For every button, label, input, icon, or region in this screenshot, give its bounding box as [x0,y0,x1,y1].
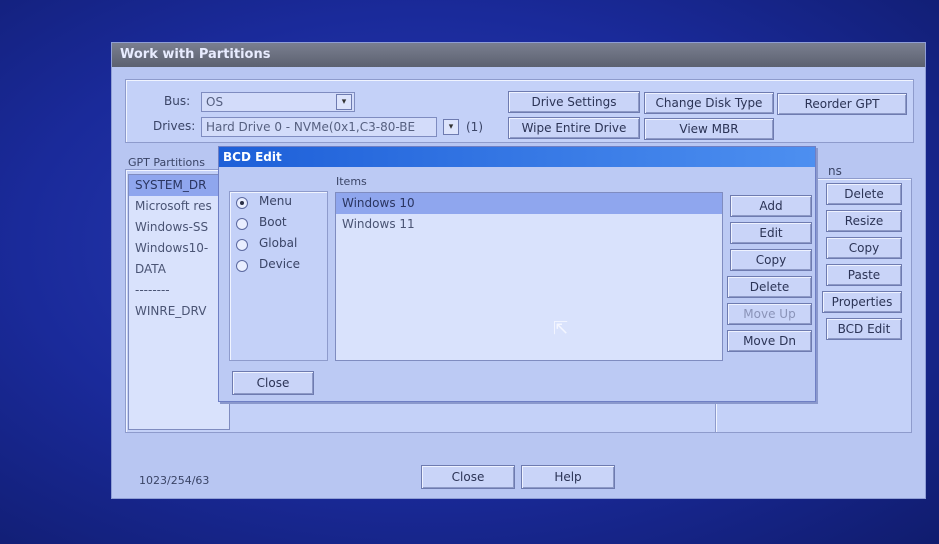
bus-select[interactable]: OS [201,92,355,112]
partition-item[interactable]: Microsoft res [129,196,229,217]
resize-partition-button[interactable]: Resize [826,210,902,232]
bcd-item[interactable]: Windows 10 [336,193,722,214]
help-button[interactable]: Help [521,465,615,489]
partition-item[interactable]: Windows10- [129,238,229,259]
bcd-add-button[interactable]: Add [730,195,812,217]
bcd-edit-dialog: BCD Edit Menu Boot Global Device Items W… [218,146,816,402]
change-disk-type-button[interactable]: Change Disk Type [644,92,774,114]
drives-label: Drives: [153,119,196,133]
reorder-gpt-button[interactable]: Reorder GPT [777,93,907,115]
partition-item[interactable]: SYSTEM_DR [129,175,229,196]
bcd-edit-item-button[interactable]: Edit [730,222,812,244]
close-button[interactable]: Close [421,465,515,489]
drives-dropdown-icon[interactable]: ▾ [443,119,459,135]
partition-item[interactable]: WINRE_DRV [129,301,229,322]
wipe-entire-drive-button[interactable]: Wipe Entire Drive [508,117,640,139]
bcd-close-button[interactable]: Close [232,371,314,395]
bcd-move-up-button[interactable]: Move Up [727,303,812,325]
view-mbr-button[interactable]: View MBR [644,118,774,140]
drives-count: (1) [466,120,483,134]
partition-item[interactable]: Windows-SS [129,217,229,238]
partition-item[interactable]: -------- [129,280,229,301]
partition-item[interactable]: DATA [129,259,229,280]
bcd-copy-button[interactable]: Copy [730,249,812,271]
bcd-items-list[interactable]: Windows 10 Windows 11 [335,192,723,361]
paste-partition-button[interactable]: Paste [826,264,902,286]
drives-select[interactable]: Hard Drive 0 - NVMe(0x1,C3-80-BE [201,117,437,137]
radio-menu[interactable] [236,197,248,209]
bus-label: Bus: [164,94,191,108]
drive-settings-button[interactable]: Drive Settings [508,91,640,113]
radio-device-label: Device [259,257,301,271]
items-label: Items [336,175,367,188]
copy-partition-button[interactable]: Copy [826,237,902,259]
radio-global-label: Global [259,236,298,250]
mouse-cursor-icon: ⇱ [553,318,569,339]
radio-global[interactable] [236,239,248,251]
actions-label: ns [828,164,842,178]
partitions-label: GPT Partitions [128,156,205,169]
radio-boot-label: Boot [259,215,287,229]
bus-dropdown-icon[interactable]: ▾ [336,94,352,110]
delete-partition-button[interactable]: Delete [826,183,902,205]
partitions-list[interactable]: SYSTEM_DR Microsoft res Windows-SS Windo… [128,174,230,430]
radio-boot[interactable] [236,218,248,230]
properties-button[interactable]: Properties [822,291,902,313]
bcd-dialog-title: BCD Edit [219,147,815,167]
bcd-delete-button[interactable]: Delete [727,276,812,298]
radio-device[interactable] [236,260,248,272]
bcd-edit-button[interactable]: BCD Edit [826,318,902,340]
window-title: Work with Partitions [112,43,925,67]
status-text: 1023/254/63 [139,474,210,487]
bcd-move-down-button[interactable]: Move Dn [727,330,812,352]
radio-menu-label: Menu [259,194,292,208]
bcd-item[interactable]: Windows 11 [336,214,722,235]
